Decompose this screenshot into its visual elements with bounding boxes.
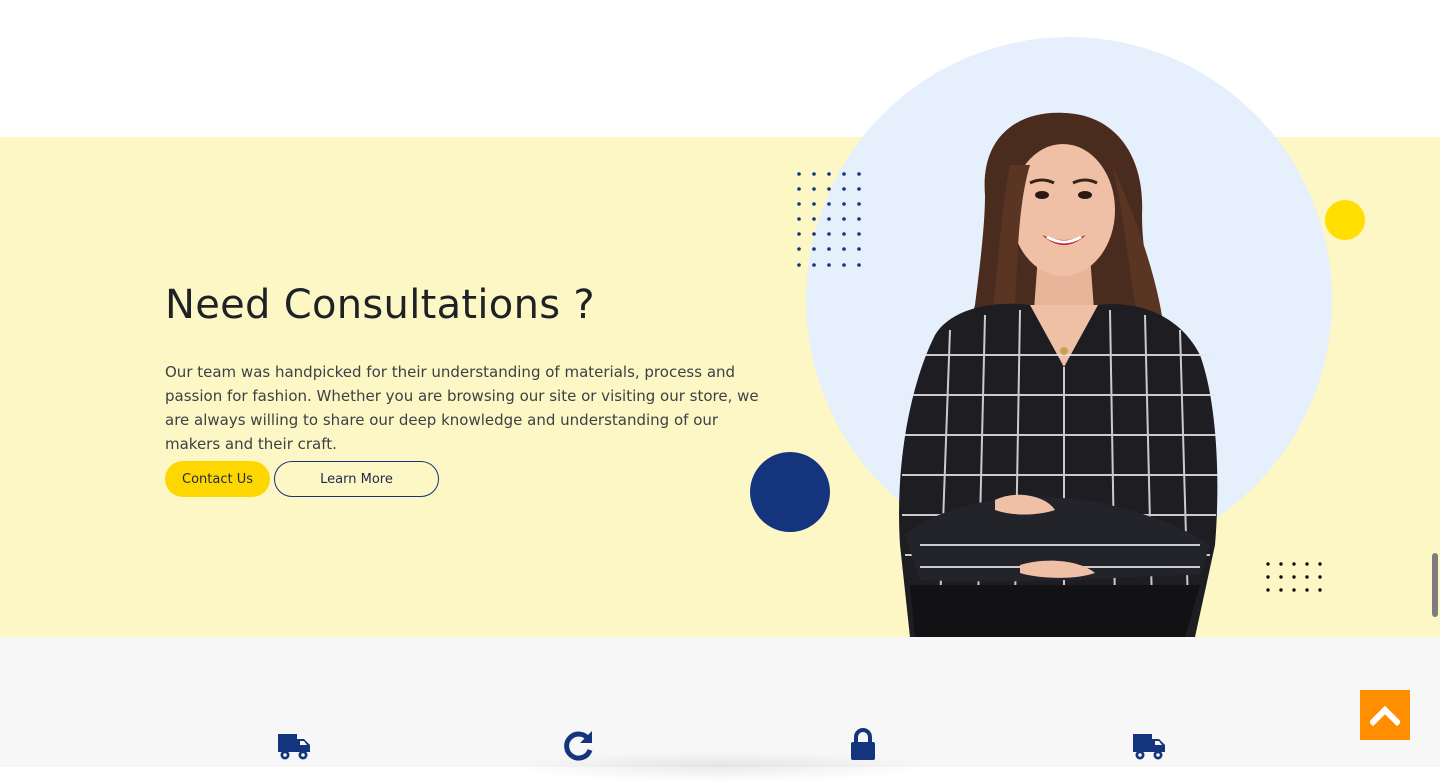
consultant-photo: [899, 112, 1218, 637]
scroll-to-top-button[interactable]: [1360, 690, 1410, 740]
learn-more-button[interactable]: Learn More: [274, 461, 439, 497]
section-title: Need Consultations ?: [165, 282, 595, 328]
features-section: [0, 637, 1440, 767]
truck-icon: [278, 734, 310, 760]
decorative-dot-yellow: [1325, 200, 1365, 240]
scrollbar-thumb[interactable]: [1432, 553, 1438, 617]
chevron-up-icon: [1370, 705, 1400, 726]
dot-pattern-top: [797, 172, 861, 267]
decorative-circle-navy: [750, 452, 830, 532]
contact-us-button[interactable]: Contact Us: [165, 461, 270, 497]
section-description: Our team was handpicked for their unders…: [165, 363, 759, 453]
card-shadow: [505, 752, 935, 782]
dot-pattern-bottom: [1266, 562, 1322, 592]
truck-icon: [1133, 734, 1165, 760]
